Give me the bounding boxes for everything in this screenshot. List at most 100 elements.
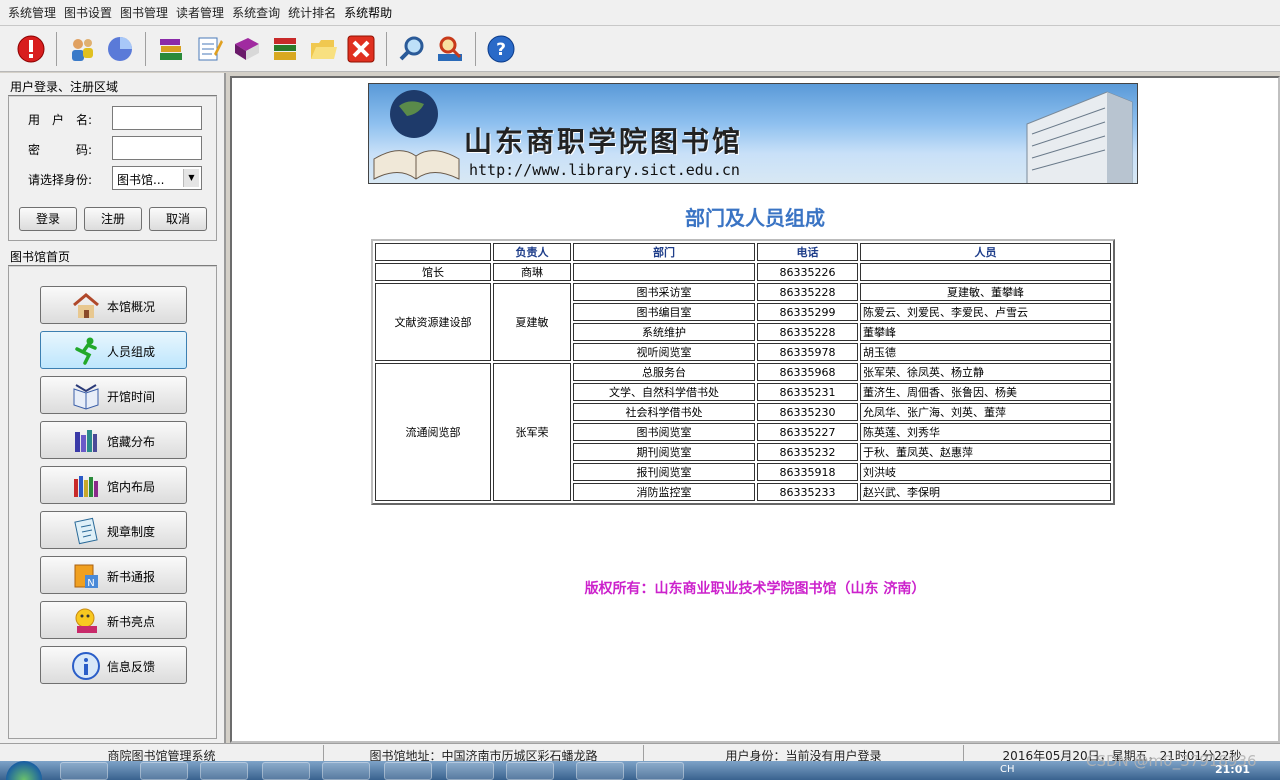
nav-new-book-highlights[interactable]: 新书亮点 bbox=[40, 601, 187, 639]
dept-cell: 报刊阅览室 bbox=[573, 463, 755, 481]
people-cell: 赵兴武、李保明 bbox=[860, 483, 1111, 501]
people-cell: 胡玉德 bbox=[860, 343, 1111, 361]
menu-help[interactable]: 系统帮助 bbox=[340, 2, 396, 23]
toolbar-users-button[interactable] bbox=[63, 29, 101, 69]
nav-label: 新书亮点 bbox=[107, 615, 156, 629]
watermark-text: CSDN @m0_37918936 bbox=[1086, 752, 1257, 770]
tray-language[interactable]: CH bbox=[1000, 764, 1015, 775]
nav-feedback[interactable]: 信息反馈 bbox=[40, 646, 187, 684]
left-panel: 用户登录、注册区域 用 户 名: 密 码: 请选择身份: 图书馆... ▼ 登录… bbox=[0, 73, 226, 743]
people-cell: 刘洪岐 bbox=[860, 463, 1111, 481]
table-header: 电话 bbox=[757, 243, 858, 261]
menu-book-management[interactable]: 图书管理 bbox=[116, 2, 172, 23]
taskbar-app-3[interactable] bbox=[506, 762, 554, 780]
toolbar-book-button[interactable] bbox=[228, 29, 266, 69]
nav-opening-hours[interactable]: 开馆时间 bbox=[40, 376, 187, 414]
menu-book-settings[interactable]: 图书设置 bbox=[60, 2, 116, 23]
unit-cell: 文献资源建设部 bbox=[375, 283, 491, 361]
phone-cell: 86335228 bbox=[757, 323, 858, 341]
toolbar-separator bbox=[145, 31, 146, 66]
username-input[interactable] bbox=[112, 106, 202, 130]
phone-cell: 86335228 bbox=[757, 283, 858, 301]
nav-label: 信息反馈 bbox=[107, 660, 156, 674]
people-cell: 于秋、董凤英、赵惠萍 bbox=[860, 443, 1111, 461]
dept-cell: 图书采访室 bbox=[573, 283, 755, 301]
role-select[interactable]: 图书馆... ▼ bbox=[112, 166, 202, 190]
house-icon bbox=[73, 293, 99, 318]
nav-label: 馆藏分布 bbox=[107, 435, 156, 449]
nav-label: 人员组成 bbox=[107, 345, 156, 359]
nav-label: 新书通报 bbox=[107, 570, 156, 584]
phone-cell: 86335227 bbox=[757, 423, 858, 441]
nav-library-overview[interactable]: 本馆概况 bbox=[40, 286, 187, 324]
running-man-icon bbox=[75, 337, 97, 365]
username-label: 用 户 名: bbox=[28, 113, 93, 127]
exclamation-icon bbox=[17, 35, 45, 62]
nav-staff-composition[interactable]: 人员组成 bbox=[40, 331, 187, 369]
phone-cell: 86335231 bbox=[757, 383, 858, 401]
taskbar-app-2[interactable] bbox=[384, 762, 432, 780]
start-button[interactable] bbox=[6, 761, 42, 780]
toolbar-books-button[interactable] bbox=[152, 29, 190, 69]
close-icon bbox=[347, 35, 375, 62]
taskbar-app-explorer[interactable] bbox=[262, 762, 310, 780]
taskbar-app-firefox[interactable] bbox=[200, 762, 248, 780]
toolbar-search-button[interactable] bbox=[393, 29, 431, 69]
folder-icon bbox=[311, 39, 337, 59]
users-icon bbox=[72, 38, 93, 61]
people-cell: 允凤华、张广海、刘英、董萍 bbox=[860, 403, 1111, 421]
taskbar-app-ie[interactable] bbox=[60, 762, 108, 780]
department-table: 负责人 部门 电话 人员 馆长 商琳 86335226 文献资源建设部 夏建敏 … bbox=[371, 239, 1115, 505]
taskbar-app-1[interactable] bbox=[322, 762, 370, 780]
nav-regulations[interactable]: 规章制度 bbox=[40, 511, 187, 549]
nav-library-layout[interactable]: 馆内布局 bbox=[40, 466, 187, 504]
toolbar-find-button[interactable] bbox=[431, 29, 469, 69]
leader-cell: 张军荣 bbox=[493, 363, 571, 501]
toolbar-stats-button[interactable] bbox=[101, 29, 139, 69]
phone-cell: 86335978 bbox=[757, 343, 858, 361]
dept-cell: 系统维护 bbox=[573, 323, 755, 341]
phone-cell: 86335918 bbox=[757, 463, 858, 481]
dept-cell bbox=[573, 263, 755, 281]
stack-icon bbox=[274, 37, 296, 60]
status-address: 图书馆地址：中国济南市历城区彩石蟠龙路 bbox=[324, 745, 644, 761]
toolbar-exit-button[interactable] bbox=[342, 29, 380, 69]
find-icon bbox=[438, 36, 462, 61]
menu-system[interactable]: 系统管理 bbox=[4, 2, 60, 23]
page-title: 部门及人员组成 bbox=[685, 206, 825, 230]
people-cell: 董攀峰 bbox=[860, 323, 1111, 341]
nav-label: 开馆时间 bbox=[107, 390, 156, 404]
menu-bar: 系统管理 图书设置 图书管理 读者管理 系统查询 统计排名 系统帮助 bbox=[0, 0, 1280, 26]
nav-label: 规章制度 bbox=[107, 525, 156, 539]
cancel-button[interactable]: 取消 bbox=[149, 207, 207, 231]
role-label: 请选择身份: bbox=[28, 173, 93, 187]
taskbar-app-4[interactable] bbox=[576, 762, 624, 780]
phone-cell: 86335226 bbox=[757, 263, 858, 281]
taskbar-app-eclipse[interactable] bbox=[446, 762, 494, 780]
library-banner: 山东商职学院图书馆 http://www.library.sict.edu.cn bbox=[368, 83, 1138, 184]
leader-cell: 夏建敏 bbox=[493, 283, 571, 361]
nav-collection-distribution[interactable]: 馆藏分布 bbox=[40, 421, 187, 459]
toolbar-edit-button[interactable] bbox=[190, 29, 228, 69]
nav-new-book-notice[interactable]: N 新书通报 bbox=[40, 556, 187, 594]
toolbar-help-button[interactable]: ? bbox=[482, 29, 520, 69]
leader-cell: 商琳 bbox=[493, 263, 571, 281]
toolbar-alert-button[interactable] bbox=[12, 29, 50, 69]
highlight-icon bbox=[75, 608, 97, 633]
login-button[interactable]: 登录 bbox=[19, 207, 77, 231]
menu-system-query[interactable]: 系统查询 bbox=[228, 2, 284, 23]
taskbar-app-5[interactable] bbox=[636, 762, 684, 780]
taskbar-app-chrome[interactable] bbox=[140, 762, 188, 780]
banner-url: http://www.library.sict.edu.cn bbox=[469, 161, 740, 179]
toolbar-open-button[interactable] bbox=[304, 29, 342, 69]
notebook-icon bbox=[74, 517, 98, 545]
menu-reader-management[interactable]: 读者管理 bbox=[172, 2, 228, 23]
table-header: 负责人 bbox=[493, 243, 571, 261]
toolbar-separator bbox=[475, 31, 476, 66]
toolbar-shelf-button[interactable] bbox=[266, 29, 304, 69]
notepad-icon bbox=[198, 37, 223, 60]
menu-statistics[interactable]: 统计排名 bbox=[284, 2, 340, 23]
register-button[interactable]: 注册 bbox=[84, 207, 142, 231]
phone-cell: 86335232 bbox=[757, 443, 858, 461]
password-input[interactable] bbox=[112, 136, 202, 160]
